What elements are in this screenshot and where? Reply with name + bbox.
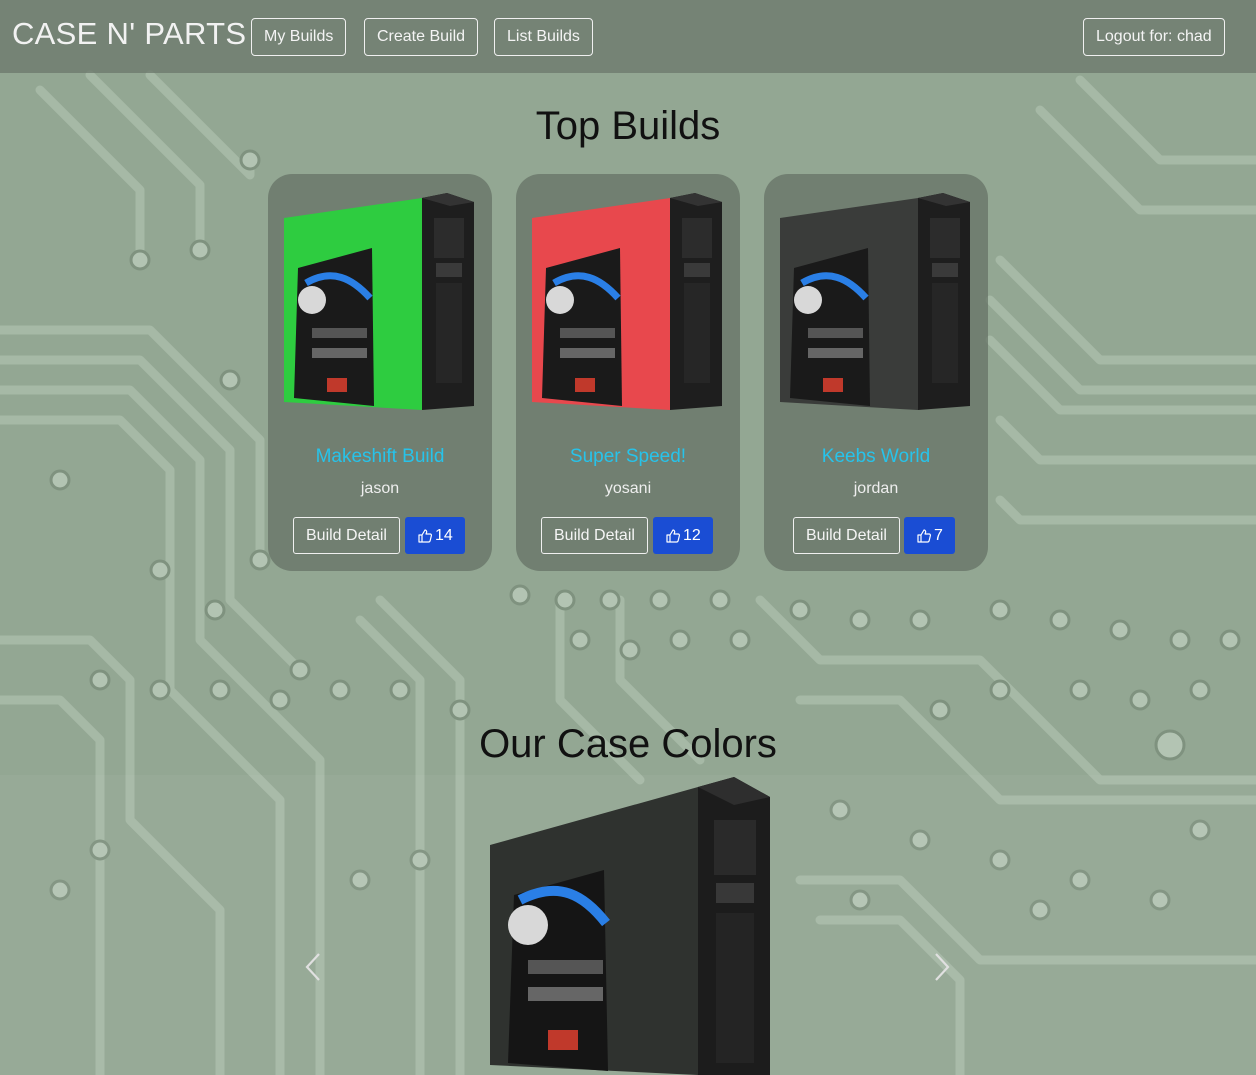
logout-button[interactable]: Logout for: chad	[1083, 18, 1225, 56]
carousel-pc-case-image	[490, 777, 770, 1075]
pc-case-image	[780, 193, 970, 410]
like-count: 12	[683, 527, 701, 544]
build-detail-button[interactable]: Build Detail	[293, 517, 400, 554]
build-card: Makeshift Build jason Build Detail 14	[268, 174, 492, 571]
pc-case-image	[284, 193, 474, 410]
build-card: Super Speed! yosani Build Detail 12	[516, 174, 740, 571]
like-count: 7	[934, 527, 943, 544]
like-count: 14	[435, 527, 453, 544]
chevron-left-icon[interactable]	[297, 950, 331, 984]
build-card: Keebs World jordan Build Detail 7	[764, 174, 988, 571]
pc-case-image	[532, 193, 722, 410]
build-name-link[interactable]: Keebs World	[764, 446, 988, 468]
brand-logo[interactable]: CASE N' PARTS	[12, 16, 246, 52]
build-author: jason	[360, 480, 400, 497]
thumbs-up-icon	[917, 528, 932, 543]
like-button[interactable]: 7	[904, 517, 955, 554]
build-detail-button[interactable]: Build Detail	[541, 517, 648, 554]
case-colors-heading: Our Case Colors	[479, 722, 777, 766]
thumbs-up-icon	[666, 528, 681, 543]
my-builds-button[interactable]: My Builds	[251, 18, 347, 56]
like-button[interactable]: 14	[405, 517, 465, 554]
list-builds-button[interactable]: List Builds	[494, 18, 593, 56]
like-button[interactable]: 12	[653, 517, 713, 554]
create-build-button[interactable]: Create Build	[364, 18, 479, 56]
build-name-link[interactable]: Super Speed!	[516, 446, 740, 468]
build-author: yosani	[604, 480, 652, 497]
top-navbar: CASE N' PARTS My Builds Create Build Lis…	[0, 0, 1256, 73]
top-builds-heading: Top Builds	[535, 104, 721, 148]
build-name-link[interactable]: Makeshift Build	[268, 446, 492, 468]
build-author: jordan	[853, 480, 899, 497]
chevron-right-icon[interactable]	[924, 950, 958, 984]
build-detail-button[interactable]: Build Detail	[793, 517, 900, 554]
thumbs-up-icon	[418, 528, 433, 543]
